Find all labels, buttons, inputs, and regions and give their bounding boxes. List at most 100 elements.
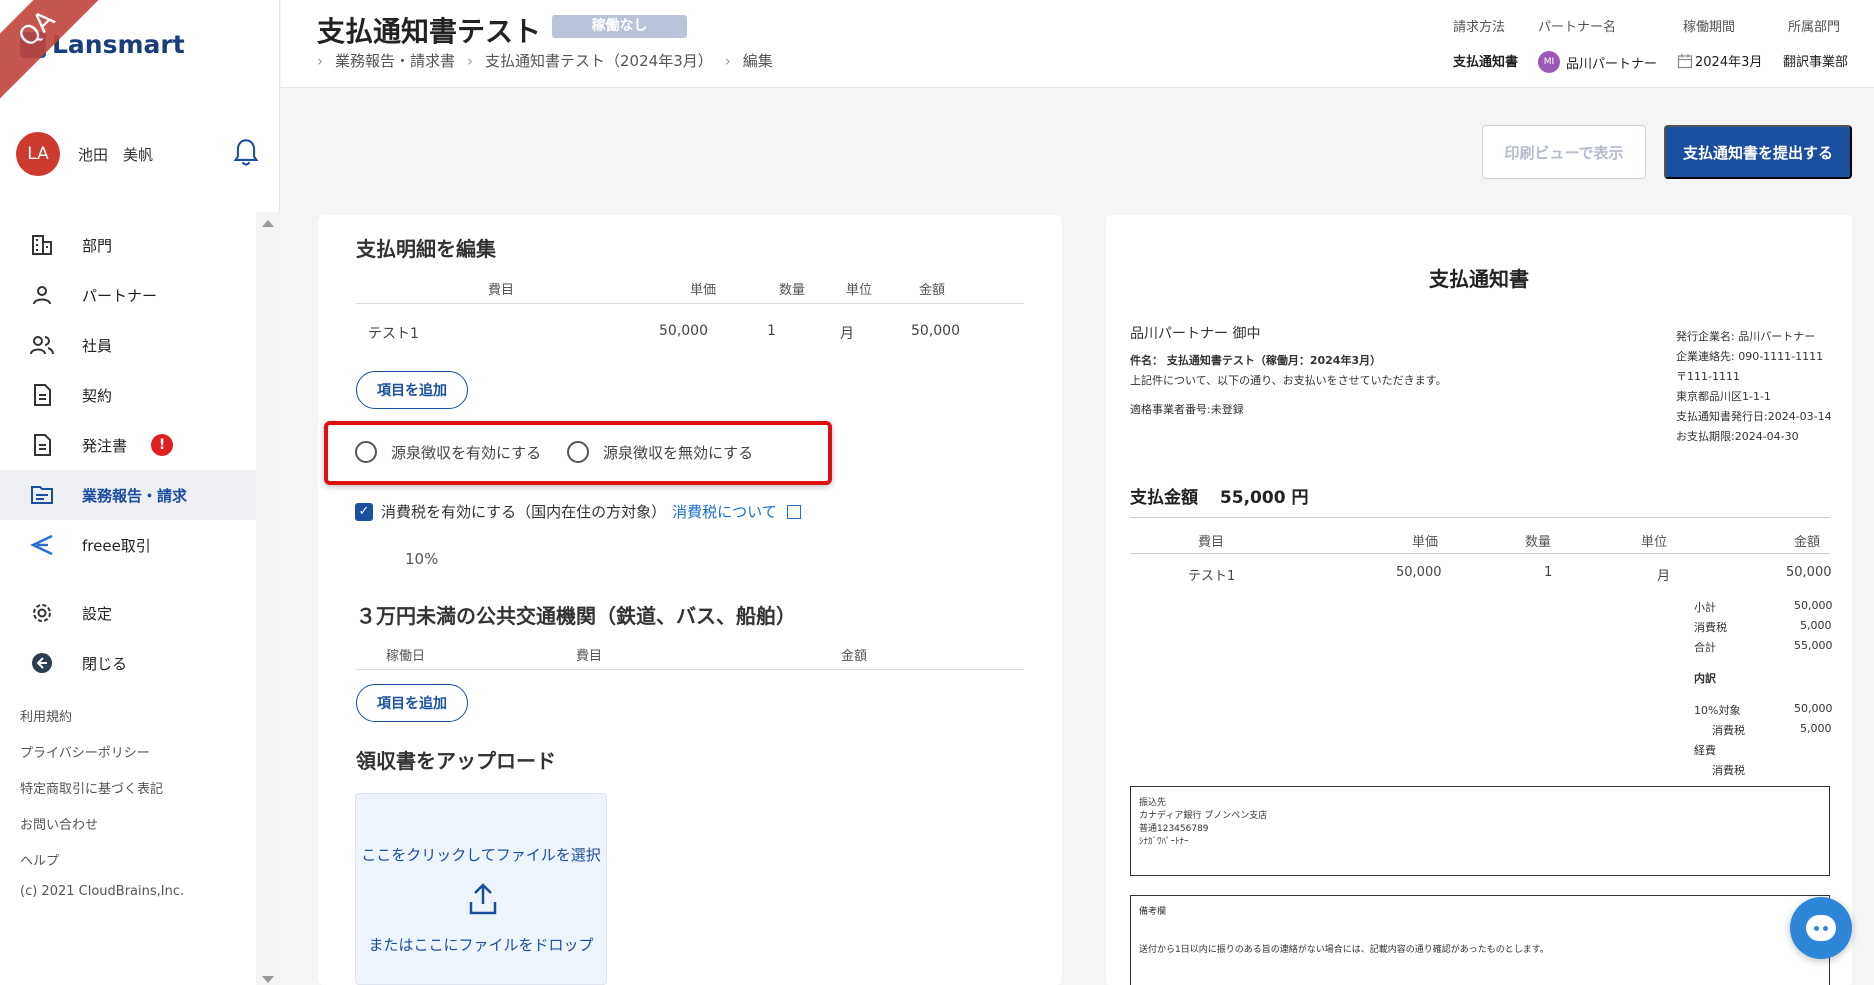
- report-icon: [28, 481, 56, 509]
- column-header: 稼働日: [386, 649, 426, 664]
- preview-table-cell: 月: [1657, 569, 1671, 584]
- receipt-drop-zone[interactable]: ここをクリックしてファイルを選択 またはここにファイルをドロップ: [355, 793, 607, 985]
- person-icon: [28, 281, 56, 309]
- preview-column-header: 単価: [1412, 535, 1439, 550]
- radio-circle-icon: [355, 441, 377, 463]
- commerce-law-link[interactable]: 特定商取引に基づく表記: [20, 772, 163, 808]
- document-icon: [28, 431, 56, 459]
- meta-department: 所属部門 翻訳事業部: [1783, 20, 1849, 70]
- scroll-up-icon[interactable]: [262, 220, 274, 227]
- preview-column-header: 費目: [1198, 535, 1225, 550]
- preview-table-cell: 50,000: [1396, 565, 1442, 580]
- breakdown-value: 5,000: [1800, 722, 1832, 735]
- tax-info-link[interactable]: 消費税について: [672, 501, 777, 522]
- table-cell[interactable]: 月: [840, 323, 854, 343]
- sidebar-item-label: 閉じる: [82, 654, 128, 673]
- contact-link[interactable]: お問い合わせ: [20, 808, 163, 844]
- page-header: 支払通知書テスト 稼働なし › 業務報告・請求書 › 支払通知書テスト（2024…: [281, 0, 1874, 88]
- issuer-line: 支払通知書発行日:2024-03-14: [1676, 410, 1832, 423]
- breadcrumb-item[interactable]: 業務報告・請求書: [335, 50, 455, 71]
- sidebar-item-label: パートナー: [82, 286, 158, 305]
- sidebar-scrollbar[interactable]: [256, 212, 280, 985]
- page-title: 支払通知書テスト: [317, 15, 542, 48]
- payment-notice-preview: 支払通知書 品川パートナー 御中 件名： 支払通知書テスト（稼働月：2024年3…: [1106, 215, 1852, 985]
- section-title-payment-details: 支払明細を編集: [356, 237, 496, 261]
- preview-title: 支払通知書: [1429, 267, 1529, 291]
- sidebar-item-close[interactable]: 閉じる: [0, 638, 256, 688]
- table-cell[interactable]: 1: [767, 323, 776, 339]
- terms-link[interactable]: 利用規約: [20, 700, 163, 736]
- breakdown-item: 消費税: [1712, 764, 1745, 777]
- section-title-transport: ３万円未満の公共交通機関（鉄道、バス、船舶）: [356, 604, 796, 628]
- preview-table-cell: 1: [1544, 565, 1553, 580]
- summary-value: 50,000: [1794, 599, 1833, 612]
- sidebar-item-purchase-order[interactable]: 発注書 !: [0, 420, 256, 470]
- column-header: 金額: [841, 649, 868, 664]
- privacy-link[interactable]: プライバシーポリシー: [20, 736, 163, 772]
- add-transport-item-button[interactable]: 項目を追加: [356, 684, 468, 722]
- sidebar-item-employee[interactable]: 社員: [0, 320, 256, 370]
- upload-click-text[interactable]: ここをクリックしてファイルを選択: [356, 844, 606, 865]
- chat-support-button[interactable]: [1790, 897, 1852, 959]
- preview-table-cell: 50,000: [1786, 565, 1832, 580]
- remarks-box: 備考欄 送付から1日以内に振りのある旨の連絡がない場合には、記載内容の通り確認が…: [1130, 895, 1830, 985]
- sidebar-item-settings[interactable]: 設定: [0, 588, 256, 638]
- table-cell[interactable]: 50,000: [911, 323, 960, 339]
- sidebar-item-label: 部門: [82, 236, 113, 255]
- bell-icon[interactable]: [232, 138, 260, 168]
- document-icon: [28, 381, 56, 409]
- calendar-icon: [1677, 53, 1693, 68]
- table-cell[interactable]: テスト1: [368, 323, 419, 343]
- issuer-line: 発行企業名: 品川パートナー: [1676, 330, 1816, 343]
- meta-partner: パートナー名 MI 品川パートナー: [1538, 20, 1658, 73]
- tax-checkbox[interactable]: ✓: [355, 502, 373, 521]
- preview-intro: 上記件について、以下の通り、お支払いをさせていただきます。: [1130, 374, 1447, 387]
- help-link[interactable]: ヘルプ: [20, 844, 163, 880]
- preview-column-header: 単位: [1641, 535, 1668, 550]
- footer-links: 利用規約 プライバシーポリシー 特定商取引に基づく表記 お問い合わせ ヘルプ: [20, 700, 163, 880]
- tax-rate: 10%: [405, 550, 439, 568]
- preview-recipient: 品川パートナー 御中: [1130, 326, 1261, 342]
- sidebar: QA Lansmart LA 池田 美帆 部門 パートナー 社員 契約 発注書 …: [0, 0, 280, 985]
- summary-label: 小計: [1694, 601, 1716, 614]
- summary-label: 消費税: [1694, 621, 1727, 634]
- withholding-enable-radio[interactable]: 源泉徴収を有効にする: [355, 441, 541, 463]
- sidebar-item-label: 業務報告・請求: [82, 486, 188, 505]
- table-cell[interactable]: 50,000: [659, 323, 708, 339]
- sidebar-item-partner[interactable]: パートナー: [0, 270, 256, 320]
- external-link-icon[interactable]: [786, 504, 801, 519]
- sidebar-item-freee[interactable]: freee取引: [0, 520, 256, 570]
- scroll-down-icon[interactable]: [262, 976, 274, 983]
- gear-icon: [28, 599, 56, 627]
- user-profile[interactable]: LA 池田 美帆: [16, 132, 153, 176]
- breadcrumb-item: 編集: [742, 52, 773, 70]
- upload-drop-text: またはここにファイルをドロップ: [368, 936, 594, 954]
- submit-payment-notice-button[interactable]: 支払通知書を提出する: [1664, 125, 1852, 179]
- sidebar-item-contract[interactable]: 契約: [0, 370, 256, 420]
- issuer-line: 企業連絡先: 090-1111-1111: [1676, 350, 1824, 363]
- issuer-line: 東京都品川区1-1-1: [1676, 390, 1771, 403]
- breakdown-item: 経費: [1694, 744, 1716, 757]
- withholding-disable-radio[interactable]: 源泉徴収を無効にする: [567, 441, 753, 463]
- freee-icon: [28, 531, 56, 559]
- user-name: 池田 美帆: [78, 145, 154, 164]
- logo-text: Lansmart: [52, 30, 185, 59]
- print-view-button[interactable]: 印刷ビューで表示: [1482, 125, 1646, 179]
- people-icon: [28, 331, 56, 359]
- sidebar-item-department[interactable]: 部門: [0, 220, 256, 270]
- breakdown-item: 10%対象: [1694, 704, 1741, 717]
- copyright: (c) 2021 CloudBrains,Inc.: [20, 884, 185, 899]
- breakdown-value: 50,000: [1794, 702, 1833, 715]
- sidebar-item-label: 契約: [82, 386, 113, 405]
- summary-value: 5,000: [1800, 619, 1832, 632]
- summary-label: 合計: [1694, 641, 1716, 654]
- close-arrow-icon: [28, 649, 56, 677]
- preview-amount: 支払金額 55,000 円: [1130, 488, 1309, 508]
- sidebar-item-work-report[interactable]: 業務報告・請求: [0, 470, 256, 520]
- add-item-button[interactable]: 項目を追加: [356, 371, 468, 409]
- upload-icon: [469, 883, 497, 915]
- column-header: 数量: [779, 283, 806, 298]
- issuer-line: 〒111-1111: [1676, 370, 1740, 383]
- bank-info-box: 振込先 カナディア銀行 プノンペン支店 普通123456789 ｼﾅｶﾞﾜﾊﾟｰ…: [1130, 786, 1830, 876]
- breadcrumb-item[interactable]: 支払通知書テスト（2024年3月）: [485, 50, 713, 71]
